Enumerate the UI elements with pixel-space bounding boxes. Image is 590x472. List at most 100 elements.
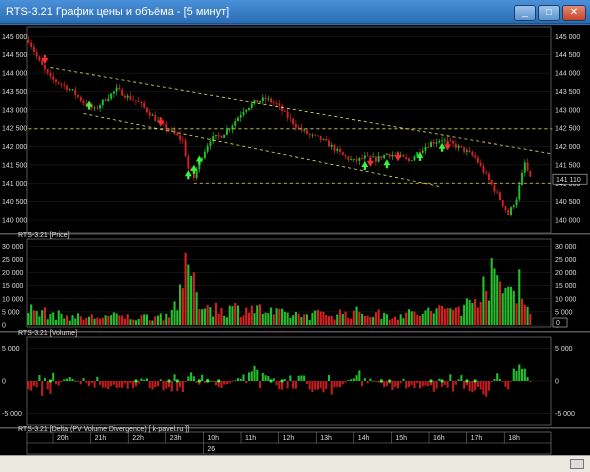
volume-bar <box>300 317 303 325</box>
candle-body <box>66 85 68 91</box>
time-tick-label: 13h <box>320 435 332 442</box>
scroll-handle[interactable] <box>570 459 584 469</box>
volume-bar <box>294 311 297 325</box>
volume-bar <box>278 308 281 325</box>
candle-body <box>380 156 383 159</box>
candle-body <box>71 89 74 91</box>
delta-bar <box>85 381 88 383</box>
volume-bar <box>327 316 331 325</box>
volume-bar <box>30 304 33 325</box>
volume-bar <box>292 315 295 325</box>
volume-bar <box>341 313 344 325</box>
candle-body <box>408 158 410 161</box>
delta-bar <box>43 378 46 381</box>
delta-bar <box>154 381 157 388</box>
delta-dot <box>48 379 53 383</box>
candle-body <box>261 97 264 102</box>
delta-bar <box>126 381 129 389</box>
volume-bar <box>156 315 160 325</box>
volume-tick-label-right: 20 000 <box>555 270 577 277</box>
candle-body <box>347 156 350 160</box>
candle-body <box>107 98 110 101</box>
volume-bar <box>32 310 35 325</box>
delta-bar <box>228 381 231 384</box>
candle-body <box>259 101 262 103</box>
delta-bar <box>526 377 529 381</box>
candle-body <box>311 134 314 136</box>
candle-body <box>63 84 66 86</box>
candle-body <box>96 107 99 109</box>
volume-bar <box>165 313 168 325</box>
volume-bar <box>330 315 333 325</box>
minimize-button[interactable]: _ <box>514 5 536 21</box>
volume-bar <box>76 313 80 325</box>
candle-body <box>460 145 463 148</box>
delta-bar <box>267 376 270 381</box>
delta-bar <box>239 378 242 381</box>
volume-bar <box>179 284 182 325</box>
volume-panel-label: RTS-3.21 [Volume] <box>18 330 78 337</box>
candle-body <box>374 156 377 162</box>
candle-body <box>402 154 405 157</box>
maximize-button[interactable]: □ <box>538 5 560 21</box>
volume-bar <box>512 290 515 325</box>
volume-bar <box>272 314 275 325</box>
candle-body <box>476 157 479 163</box>
volume-bar <box>427 307 430 325</box>
volume-bar <box>110 315 113 325</box>
candle-body <box>126 95 129 98</box>
volume-bar <box>27 313 30 325</box>
delta-bar <box>118 381 121 388</box>
volume-bar <box>388 319 391 325</box>
delta-bar <box>454 381 457 385</box>
candle-body <box>137 101 140 102</box>
time-tick-label: 22h <box>132 435 144 442</box>
volume-bar <box>49 313 52 325</box>
delta-bar <box>115 381 118 388</box>
candle-body <box>148 112 151 116</box>
candle-body <box>43 65 46 70</box>
time-tick-label: 18h <box>508 435 520 442</box>
delta-bar <box>322 381 325 393</box>
volume-bar <box>399 314 402 325</box>
candle-body <box>46 69 49 73</box>
candle-body <box>410 160 413 162</box>
panel-separator <box>0 331 590 333</box>
candle-body <box>443 139 446 141</box>
volume-bar <box>363 315 366 325</box>
candle-body <box>377 156 380 162</box>
volume-bar <box>256 305 259 325</box>
close-button[interactable]: ✕ <box>562 5 586 21</box>
candle-body <box>504 206 507 211</box>
delta-bar <box>110 381 113 386</box>
volume-bar <box>209 307 212 325</box>
candle-body <box>432 142 435 144</box>
candle-body <box>253 99 256 104</box>
delta-bar <box>195 381 198 383</box>
candle-body <box>32 47 35 52</box>
delta-bar <box>245 381 248 384</box>
volume-bar <box>322 311 325 325</box>
delta-bar <box>372 380 375 382</box>
volume-bar <box>377 309 380 325</box>
delta-bar <box>344 381 347 383</box>
delta-bar <box>250 371 253 381</box>
price-tick-label-right: 144 000 <box>555 71 580 78</box>
delta-bar <box>54 381 58 385</box>
delta-bar <box>212 381 215 382</box>
delta-tick-label-right: -5 000 <box>555 411 575 418</box>
candle-body <box>104 99 107 101</box>
delta-bar <box>496 373 499 381</box>
candle-body <box>292 118 295 125</box>
delta-bar <box>68 377 71 381</box>
delta-bar <box>446 381 449 388</box>
delta-bar <box>303 375 306 381</box>
status-bar <box>0 455 590 472</box>
volume-bar <box>134 320 137 325</box>
volume-bar <box>60 313 63 325</box>
delta-bar <box>162 381 165 391</box>
delta-bar <box>179 381 182 387</box>
candle-body <box>54 79 57 82</box>
price-panel-frame <box>26 26 552 234</box>
candle-body <box>339 148 341 152</box>
